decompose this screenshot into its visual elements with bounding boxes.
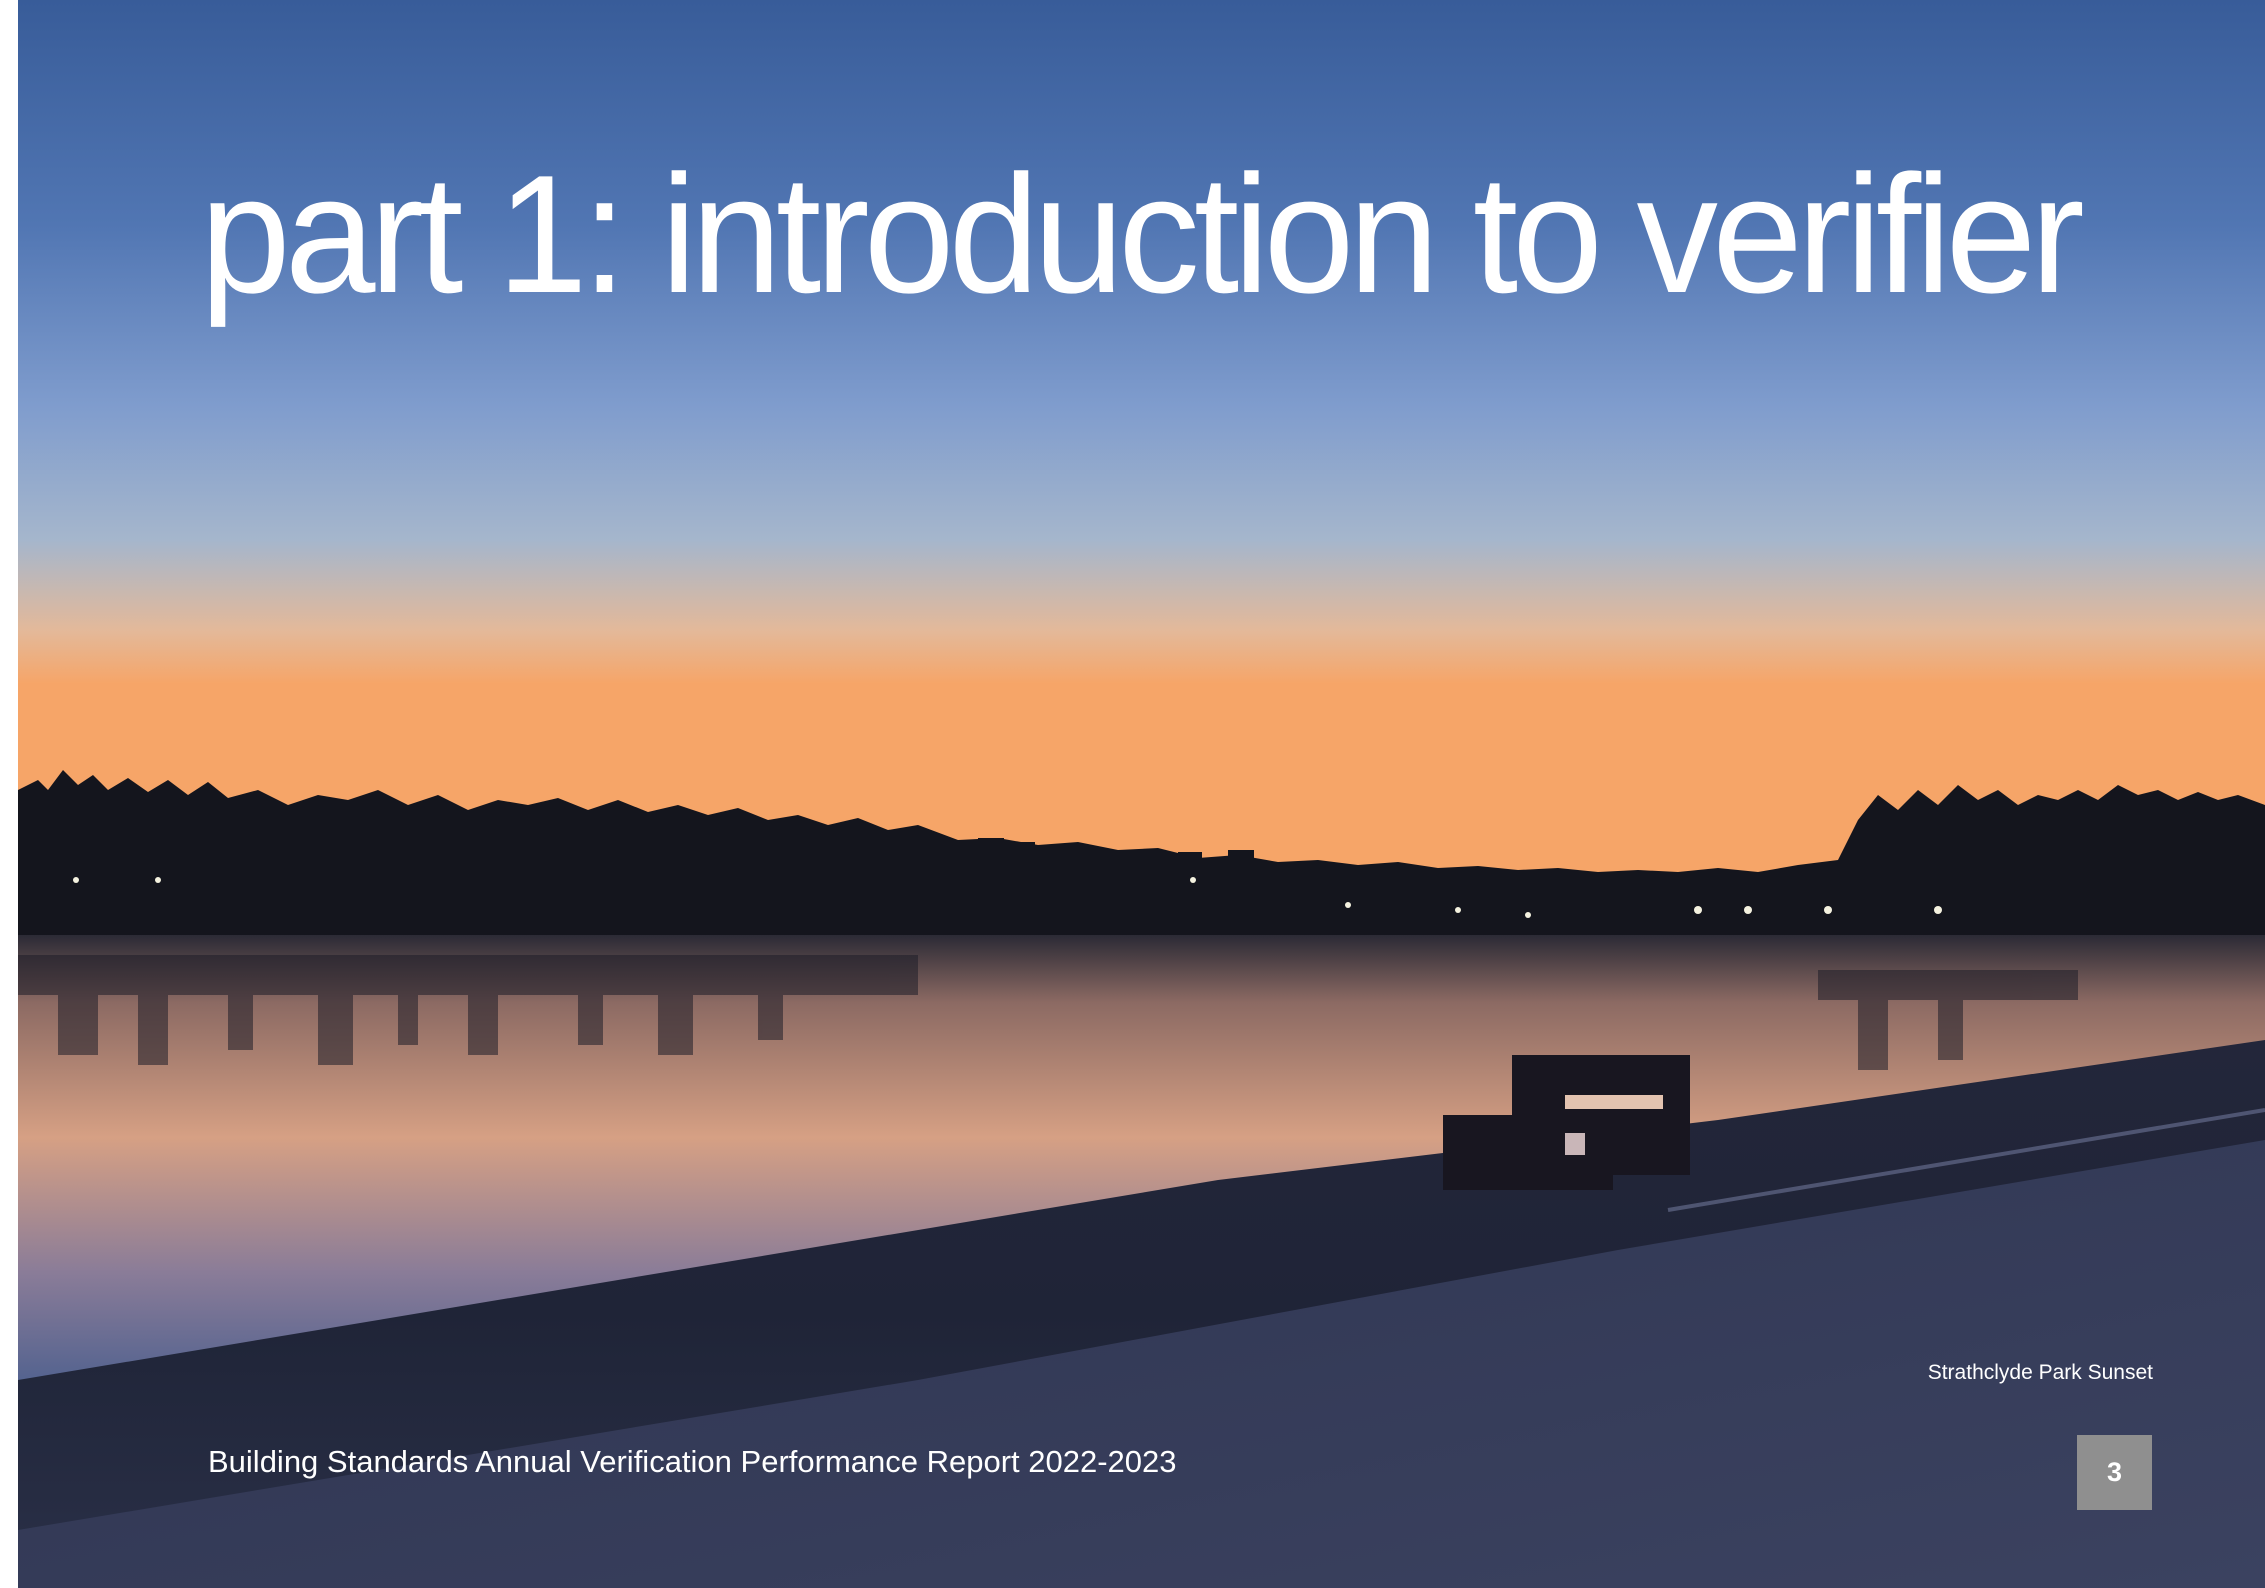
- photo-caption: Strathclyde Park Sunset: [1927, 1361, 2153, 1384]
- page-title: part 1: introduction to verifier: [200, 140, 2085, 328]
- report-footer-title: Building Standards Annual Verification P…: [208, 1444, 1177, 1479]
- page-number-badge: 3: [2077, 1435, 2152, 1510]
- document-page: part 1: introduction to verifier Strathc…: [0, 0, 2265, 1588]
- page-number: 3: [2106, 1457, 2123, 1487]
